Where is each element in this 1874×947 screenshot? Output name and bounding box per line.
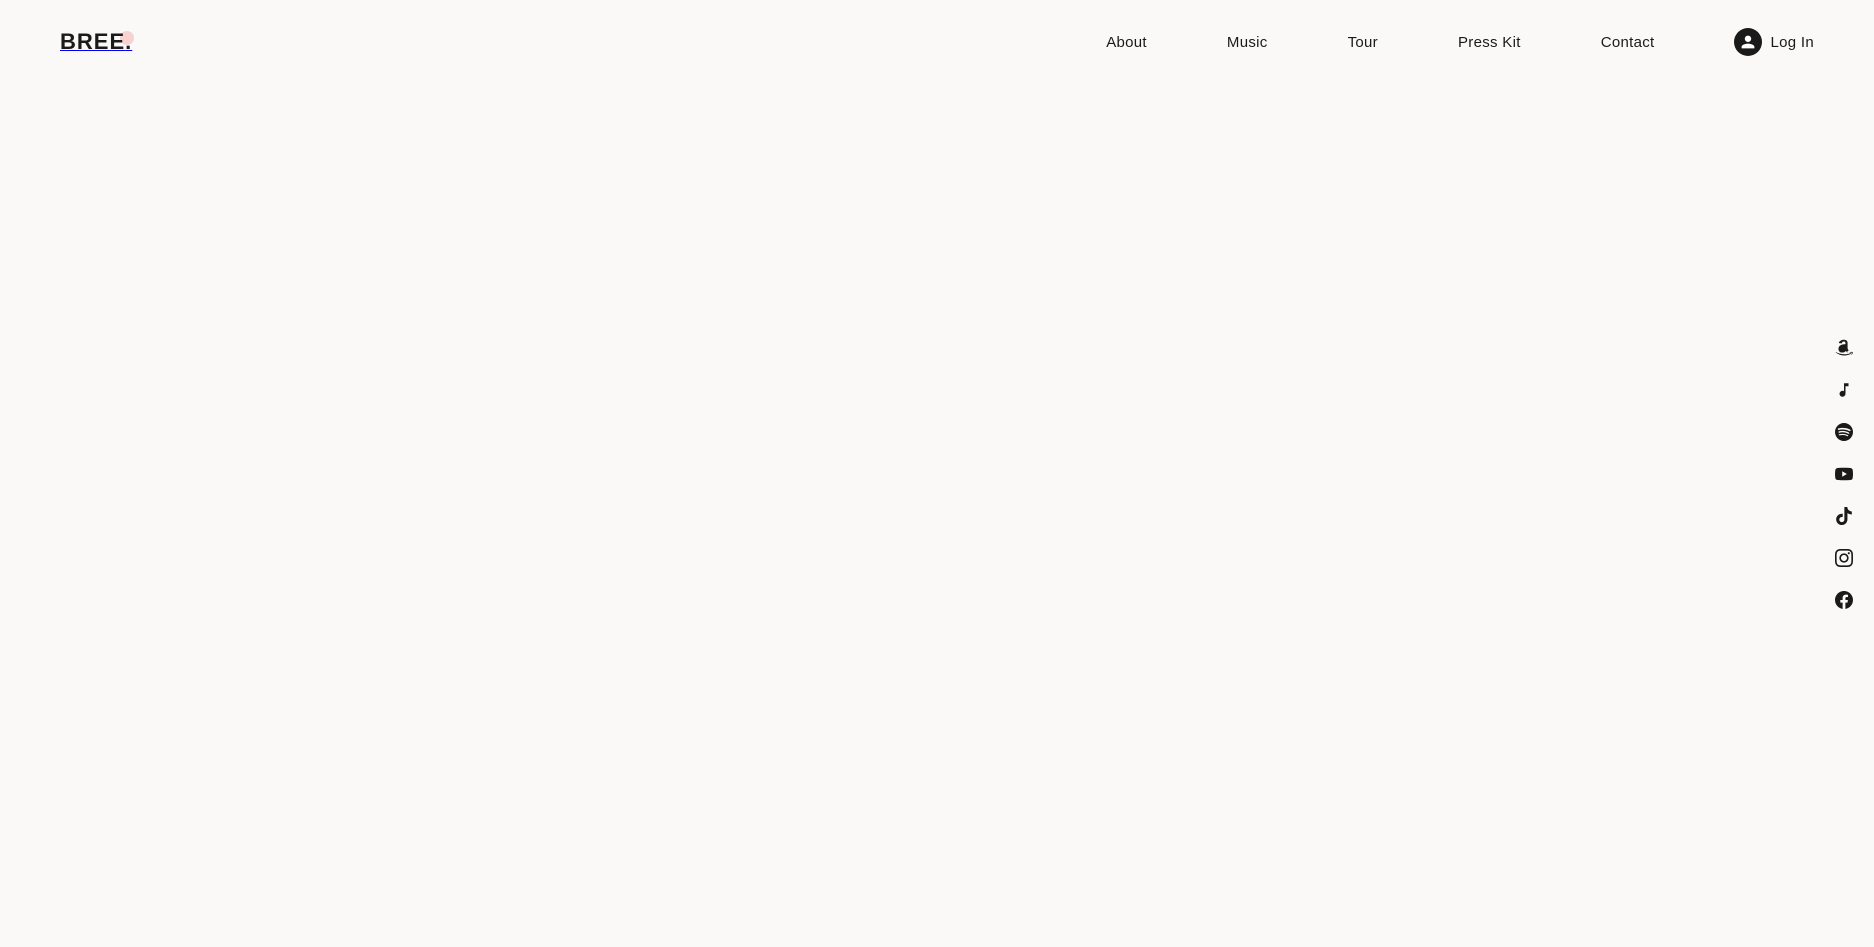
login-label: Log In: [1770, 34, 1814, 51]
account-svg: [1740, 34, 1756, 50]
nav-item-presskit[interactable]: Press Kit: [1458, 34, 1521, 51]
account-icon: [1734, 28, 1762, 56]
spotify-icon[interactable]: [1834, 422, 1854, 442]
site-header: BREE. About Music Tour Press Kit Contact…: [0, 0, 1874, 84]
apple-music-icon[interactable]: [1834, 380, 1854, 400]
main-nav: About Music Tour Press Kit Contact Log I…: [1106, 28, 1814, 56]
social-sidebar: [1834, 338, 1854, 610]
logo-text: BREE.: [60, 29, 132, 54]
tiktok-icon[interactable]: [1834, 506, 1854, 526]
facebook-icon[interactable]: [1834, 590, 1854, 610]
nav-item-tour[interactable]: Tour: [1348, 34, 1378, 51]
youtube-icon[interactable]: [1834, 464, 1854, 484]
site-logo[interactable]: BREE.: [60, 29, 132, 55]
instagram-icon[interactable]: [1834, 548, 1854, 568]
nav-item-music[interactable]: Music: [1227, 34, 1268, 51]
main-content: [0, 84, 1874, 947]
nav-item-contact[interactable]: Contact: [1601, 34, 1655, 51]
amazon-icon[interactable]: [1834, 338, 1854, 358]
nav-item-about[interactable]: About: [1106, 34, 1147, 51]
login-button[interactable]: Log In: [1734, 28, 1814, 56]
